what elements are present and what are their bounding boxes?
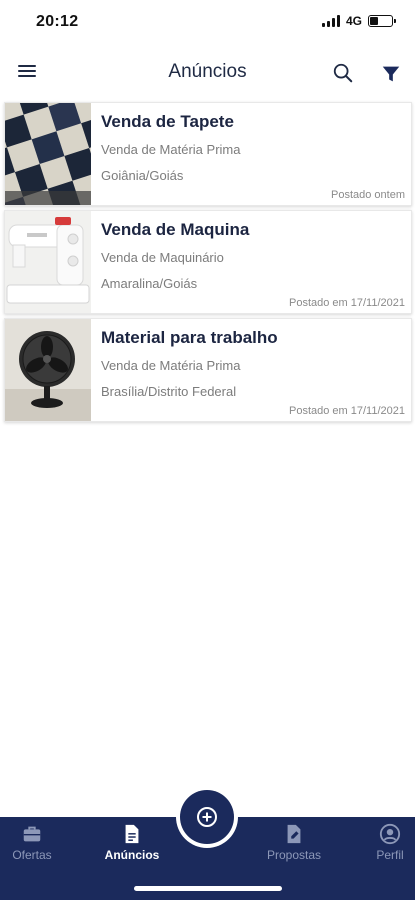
status-indicators: 4G: [321, 14, 396, 28]
filter-icon[interactable]: [380, 63, 402, 85]
listing-category: Venda de Matéria Prima: [101, 358, 241, 373]
listing-image-fan: [5, 319, 91, 421]
nav-item-anuncios[interactable]: Anúncios: [92, 823, 172, 862]
nav-label-anuncios: Anúncios: [104, 848, 160, 862]
add-listing-button[interactable]: [180, 790, 234, 844]
listing-date: Postado em 17/11/2021: [289, 297, 405, 309]
nav-item-propostas[interactable]: Propostas: [254, 823, 334, 862]
status-bar: 20:12 4G: [0, 0, 415, 44]
listing-location: Brasília/Distrito Federal: [101, 384, 237, 399]
listing-date: Postado ontem: [331, 189, 405, 201]
listing-card[interactable]: Venda de Maquina Venda de Maquinário Ama…: [4, 210, 412, 314]
plus-circle-icon: [197, 807, 217, 827]
status-time: 20:12: [36, 13, 79, 30]
nav-label-propostas: Propostas: [266, 848, 322, 862]
listing-category: Venda de Maquinário: [101, 250, 224, 265]
nav-item-perfil[interactable]: Perfil: [350, 823, 415, 862]
listing-card[interactable]: Material para trabalho Venda de Matéria …: [4, 318, 412, 422]
listing-title: Venda de Tapete: [101, 112, 234, 131]
signal-icon: [321, 15, 340, 27]
listing-list: Venda de Tapete Venda de Matéria Prima G…: [4, 102, 412, 426]
listing-date: Postado em 17/11/2021: [289, 405, 405, 417]
document-icon: [125, 824, 139, 844]
app-bar: Anúncios: [0, 46, 415, 100]
home-indicator: [134, 886, 282, 891]
user-circle-icon: [379, 823, 401, 845]
listing-location: Amaralina/Goiás: [101, 276, 198, 291]
listing-title: Venda de Maquina: [101, 220, 250, 239]
network-label: 4G: [345, 14, 362, 28]
listing-title: Material para trabalho: [101, 328, 278, 347]
battery-icon: [368, 15, 396, 27]
search-icon[interactable]: [332, 62, 354, 84]
nav-label-ofertas: Ofertas: [12, 848, 52, 862]
listing-image-sewing-machine: [5, 211, 91, 313]
listing-card[interactable]: Venda de Tapete Venda de Matéria Prima G…: [4, 102, 412, 206]
listing-location: Goiânia/Goiás: [101, 168, 184, 183]
listing-category: Venda de Matéria Prima: [101, 142, 241, 157]
nav-item-ofertas[interactable]: Ofertas: [0, 823, 72, 862]
file-edit-icon: [287, 824, 301, 844]
nav-label-perfil: Perfil: [376, 848, 404, 862]
listing-image-rug: [5, 103, 91, 205]
briefcase-icon: [23, 826, 41, 842]
